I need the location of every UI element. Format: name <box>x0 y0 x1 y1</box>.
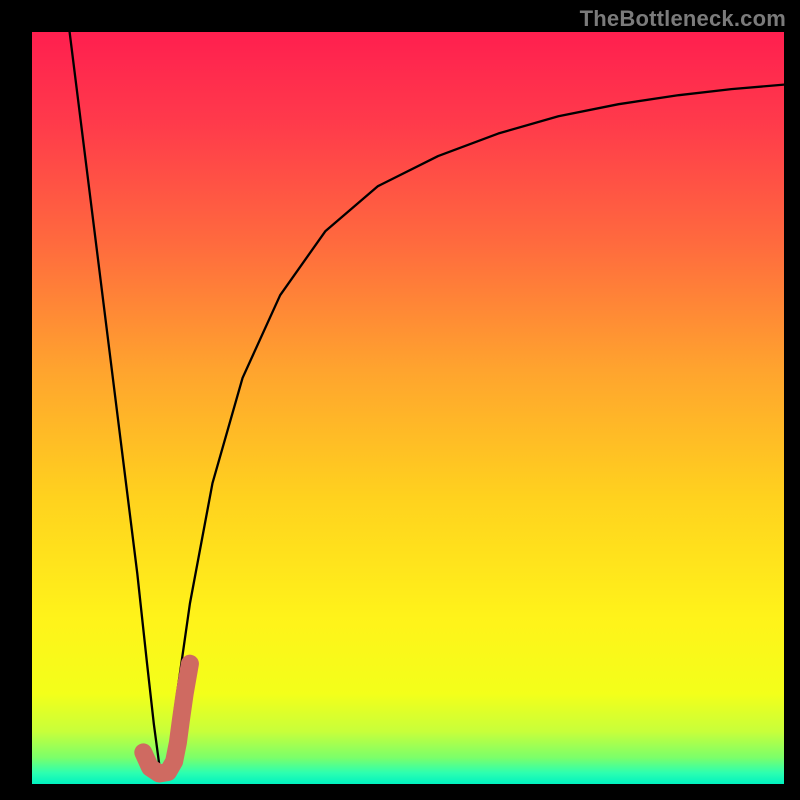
watermark-text: TheBottleneck.com <box>580 6 786 32</box>
chart-frame: TheBottleneck.com <box>0 0 800 800</box>
highlight-j-mark <box>143 664 190 774</box>
curve-right-branch <box>167 85 784 769</box>
plot-area <box>32 32 784 784</box>
curve-left-branch <box>70 32 160 769</box>
curve-layer <box>32 32 784 784</box>
